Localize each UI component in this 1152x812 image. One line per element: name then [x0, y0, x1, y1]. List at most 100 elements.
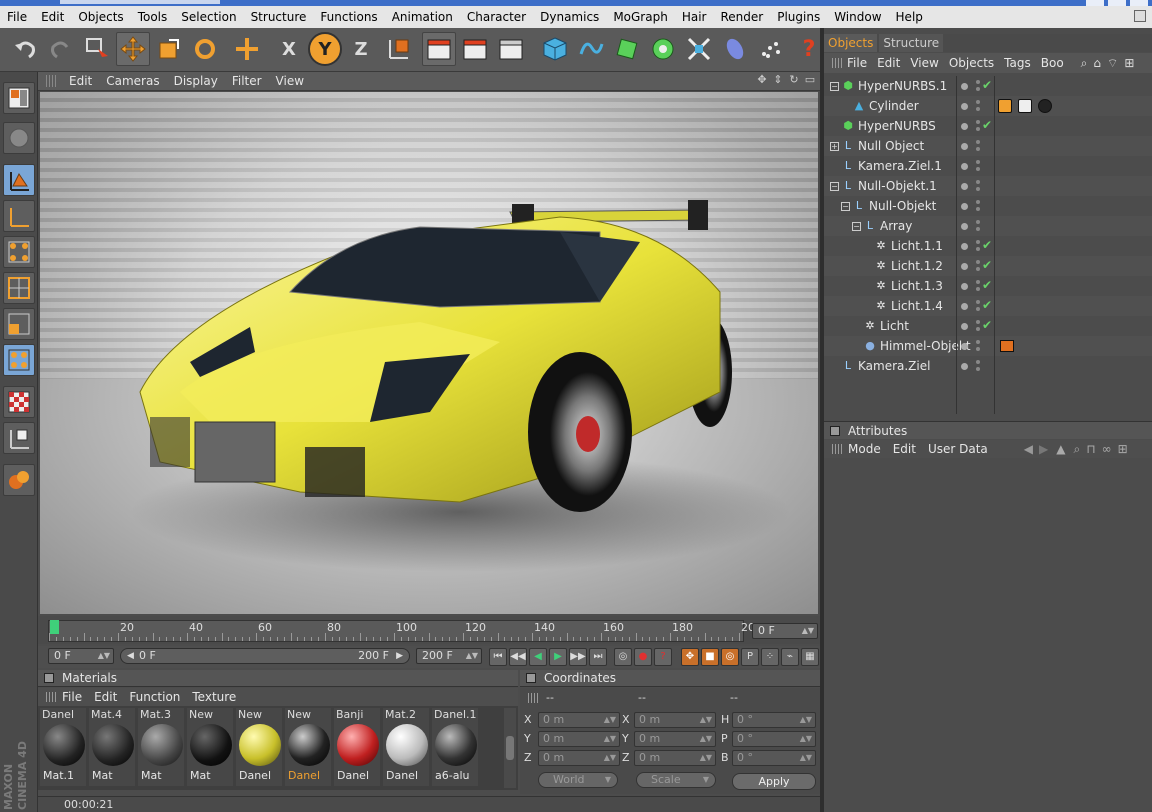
layer-dot-icon[interactable] [961, 283, 968, 290]
render-visibility-dot-icon[interactable] [976, 367, 980, 371]
z-axis-button[interactable]: Z [344, 32, 378, 66]
key-points-button[interactable]: ⁘ [761, 648, 779, 666]
object-row[interactable]: + L Null Object [824, 136, 1152, 156]
coordinates-grip-icon[interactable] [528, 693, 538, 703]
size-y-field[interactable]: 0 m ▲▼ [634, 731, 716, 747]
attr-menu-user-data[interactable]: User Data [922, 442, 994, 456]
rot-h-field[interactable]: 0 ° ▲▼ [732, 712, 816, 728]
layer-dot-icon[interactable] [961, 103, 968, 110]
expand-icon[interactable]: + [830, 142, 839, 151]
layer-dot-icon[interactable] [961, 243, 968, 250]
object-row[interactable]: ✲ Licht.1.4 ✔ [824, 296, 1152, 316]
layer-dot-icon[interactable] [961, 343, 968, 350]
spin-icon[interactable]: ▲▼ [802, 624, 814, 638]
materials-grip-icon[interactable] [46, 692, 56, 702]
render-visibility-dot-icon[interactable] [976, 187, 980, 191]
menu-render[interactable]: Render [713, 6, 770, 28]
editor-visibility-dot-icon[interactable] [976, 340, 980, 344]
layer-dot-icon[interactable] [961, 363, 968, 370]
object-row[interactable]: − L Null-Objekt [824, 196, 1152, 216]
material-swatch[interactable]: Mat.4 Mat [89, 708, 135, 786]
materials-menu-edit[interactable]: Edit [88, 690, 123, 704]
new-window-icon[interactable]: ⊞ [1118, 442, 1128, 456]
editor-visibility-dot-icon[interactable] [976, 120, 980, 124]
render-visibility-dot-icon[interactable] [976, 287, 980, 291]
materials-menu-texture[interactable]: Texture [186, 690, 242, 704]
go-to-start-button[interactable]: ⏮ [489, 648, 507, 666]
timeline-ruler[interactable]: 020406080100120140160180200 [48, 620, 762, 642]
compositing-tag-icon[interactable] [1000, 340, 1014, 352]
editor-visibility-dot-icon[interactable] [976, 300, 980, 304]
range-left-arrow-icon[interactable]: ◀ [127, 649, 134, 663]
enabled-check-icon[interactable]: ✔ [982, 238, 992, 252]
viewport-menu-display[interactable]: Display [167, 74, 225, 88]
menu-structure[interactable]: Structure [244, 6, 314, 28]
material-swatch[interactable]: New Mat [187, 708, 233, 786]
menu-objects[interactable]: Objects [71, 6, 130, 28]
layer-dot-icon[interactable] [961, 323, 968, 330]
enabled-check-icon[interactable]: ✔ [982, 78, 992, 92]
panel-toggle-icon[interactable] [44, 673, 54, 683]
object-row[interactable]: ● Himmel-Objekt [824, 336, 1152, 356]
render-visibility-dot-icon[interactable] [976, 307, 980, 311]
frame-range-slider[interactable]: ◀ 0 F 200 F ▶ [120, 648, 410, 664]
editor-visibility-dot-icon[interactable] [976, 280, 980, 284]
editor-visibility-dot-icon[interactable] [976, 220, 980, 224]
link-icon[interactable]: ∞ [1102, 442, 1112, 456]
materials-scrollbar[interactable] [504, 708, 516, 788]
pos-z-field[interactable]: 0 m ▲▼ [538, 750, 620, 766]
array-button[interactable] [646, 32, 680, 66]
render-view-button[interactable] [422, 32, 456, 66]
key-position-button[interactable]: ✥ [681, 648, 699, 666]
menu-file[interactable]: File [0, 6, 34, 28]
maximize-view-icon[interactable]: ▭ [804, 74, 816, 86]
editor-visibility-dot-icon[interactable] [976, 80, 980, 84]
om-menu-tags[interactable]: Tags [999, 56, 1036, 70]
redo-button[interactable] [44, 32, 78, 66]
rot-p-field[interactable]: 0 ° ▲▼ [732, 731, 816, 747]
autokey-button[interactable]: ? [654, 648, 672, 666]
pan-icon[interactable]: ✥ [756, 74, 768, 86]
coordinate-system-button[interactable] [382, 32, 416, 66]
object-row[interactable]: ✲ Licht ✔ [824, 316, 1152, 336]
tab-structure[interactable]: Structure [879, 34, 944, 52]
editor-visibility-dot-icon[interactable] [976, 160, 980, 164]
om-menu-edit[interactable]: Edit [872, 56, 905, 70]
menu-mograph[interactable]: MoGraph [606, 6, 675, 28]
texture-mode-button[interactable] [3, 386, 35, 418]
render-visibility-dot-icon[interactable] [976, 347, 980, 351]
attr-menu-mode[interactable]: Mode [842, 442, 887, 456]
layer-dot-icon[interactable] [961, 163, 968, 170]
spin-icon[interactable]: ▲▼ [604, 751, 616, 765]
particle-button[interactable] [754, 32, 788, 66]
spin-icon[interactable]: ▲▼ [800, 713, 812, 727]
model-tool-button[interactable] [3, 122, 35, 154]
spin-icon[interactable]: ▲▼ [800, 732, 812, 746]
object-row[interactable]: L Kamera.Ziel.1 [824, 156, 1152, 176]
editor-visibility-dot-icon[interactable] [976, 100, 980, 104]
viewport-menu-view[interactable]: View [269, 74, 311, 88]
collapse-icon[interactable]: − [830, 182, 839, 191]
om-menu-view[interactable]: View [905, 56, 943, 70]
zoom-icon[interactable]: ⇕ [772, 74, 784, 86]
interpolation-button[interactable]: ⌁ [781, 648, 799, 666]
object-row[interactable]: ✲ Licht.1.2 ✔ [824, 256, 1152, 276]
layer-dot-icon[interactable] [961, 143, 968, 150]
viewport-menu-filter[interactable]: Filter [225, 74, 269, 88]
cube-object-button[interactable] [538, 32, 572, 66]
scene-object-button[interactable] [718, 32, 752, 66]
back-arrow-icon[interactable]: ◀ [1024, 442, 1033, 456]
om-menu-bookmarks[interactable]: Boo [1036, 56, 1069, 70]
om-menu-objects[interactable]: Objects [944, 56, 999, 70]
layer-dot-icon[interactable] [961, 83, 968, 90]
spin-icon[interactable]: ▲▼ [700, 751, 712, 765]
enabled-check-icon[interactable]: ✔ [982, 298, 992, 312]
keyframe-selection-button[interactable]: ◎ [614, 648, 632, 666]
editor-visibility-dot-icon[interactable] [976, 180, 980, 184]
view-toggle-icon[interactable]: ⌔ [1107, 56, 1118, 71]
menu-edit[interactable]: Edit [34, 6, 71, 28]
points-tool-button[interactable] [3, 236, 35, 268]
key-parameter-button[interactable]: P [741, 648, 759, 666]
lock-icon[interactable]: ⊓ [1086, 442, 1095, 456]
layout-button[interactable] [3, 82, 35, 114]
